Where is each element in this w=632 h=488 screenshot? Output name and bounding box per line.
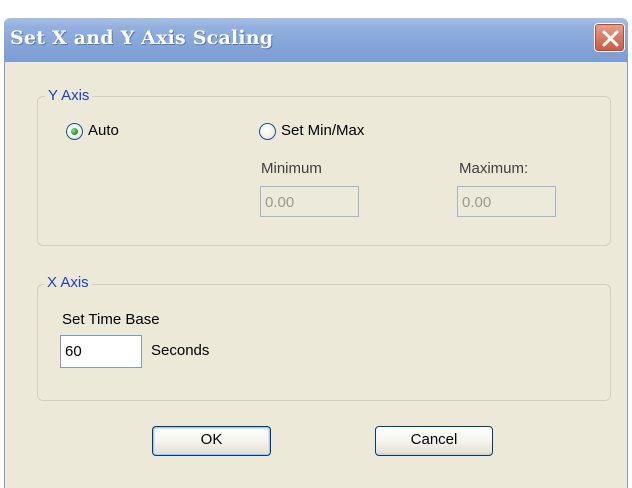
time-base-label: Set Time Base bbox=[62, 311, 160, 328]
x-axis-group-label: X Axis bbox=[44, 274, 92, 292]
auto-radio-label[interactable]: Auto bbox=[88, 122, 119, 140]
auto-radio-selected-dot bbox=[71, 128, 78, 135]
y-axis-group-label: Y Axis bbox=[45, 87, 93, 105]
set-minmax-radio-label[interactable]: Set Min/Max bbox=[281, 122, 364, 140]
maximum-input[interactable]: 0.00 bbox=[457, 186, 556, 217]
auto-radio[interactable] bbox=[66, 123, 83, 140]
maximum-label: Maximum: bbox=[459, 160, 529, 177]
set-minmax-radio[interactable] bbox=[259, 123, 276, 140]
minimum-label: Minimum bbox=[261, 160, 322, 177]
ok-button[interactable]: OK bbox=[152, 426, 271, 456]
window-title: Set X and Y Axis Scaling bbox=[10, 27, 274, 49]
dialog-window: Set X and Y Axis Scaling Y Axis Auto Set… bbox=[0, 0, 632, 488]
cancel-button[interactable]: Cancel bbox=[375, 426, 493, 456]
title-bar[interactable]: Set X and Y Axis Scaling bbox=[0, 0, 632, 62]
seconds-label: Seconds bbox=[151, 342, 210, 359]
minimum-input[interactable]: 0.00 bbox=[260, 186, 359, 217]
dialog-client-area: Y Axis Auto Set Min/Max Minimum Maximum:… bbox=[4, 62, 628, 488]
time-base-input[interactable]: 60 bbox=[60, 335, 142, 368]
close-button[interactable] bbox=[594, 23, 625, 52]
close-icon bbox=[602, 30, 619, 47]
